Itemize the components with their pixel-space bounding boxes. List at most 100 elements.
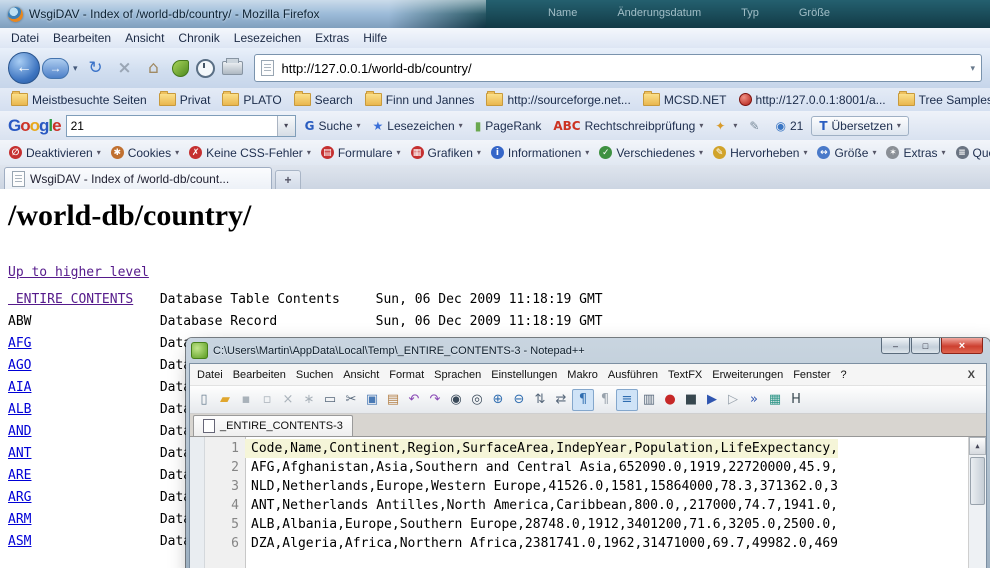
- record-macro-icon[interactable]: ●: [660, 390, 680, 410]
- zoom-out-icon[interactable]: ⊖: [509, 390, 529, 410]
- menu-item[interactable]: Lesezeichen: [227, 29, 308, 47]
- maximize-button[interactable]: □: [911, 338, 940, 354]
- stop-macro-icon[interactable]: ■: [681, 390, 701, 410]
- directory-entry-link[interactable]: ARG: [8, 487, 152, 509]
- webdev-toolbar-item[interactable]: i Informationen ▾: [487, 144, 593, 162]
- google-search-box[interactable]: ▾: [66, 115, 296, 137]
- document-tab[interactable]: _ENTIRE_CONTENTS-3: [193, 415, 353, 436]
- new-file-icon[interactable]: ▯: [194, 390, 214, 410]
- directory-entry-link[interactable]: ALB: [8, 399, 152, 421]
- history-dropdown-icon[interactable]: ▾: [73, 63, 78, 74]
- menu-item[interactable]: Bearbeiten: [46, 29, 118, 47]
- google-toolbar-item[interactable]: G Suche ▾: [301, 117, 365, 135]
- directory-entry-link[interactable]: ARM: [8, 509, 152, 531]
- minimize-button[interactable]: –: [881, 338, 910, 354]
- save-macro-icon[interactable]: ▷: [723, 390, 743, 410]
- copy-icon[interactable]: ▣: [362, 390, 382, 410]
- docmap-icon[interactable]: ▦: [765, 390, 785, 410]
- sync-horizontal-icon[interactable]: ⇄: [551, 390, 571, 410]
- hex-editor-icon[interactable]: H: [786, 390, 806, 410]
- directory-entry-link[interactable]: ENTIRE CONTENTS: [8, 289, 152, 311]
- menu-item[interactable]: Chronik: [171, 29, 226, 47]
- google-toolbar-item[interactable]: ★ Lesezeichen ▾: [369, 117, 467, 135]
- directory-entry-link[interactable]: AFG: [8, 333, 152, 355]
- bookmark-item[interactable]: http://sourceforge.net...: [481, 91, 635, 109]
- find-icon[interactable]: ◉: [446, 390, 466, 410]
- open-folder-icon[interactable]: ▰: [215, 390, 235, 410]
- bookmark-item[interactable]: MCSD.NET: [638, 91, 732, 109]
- redo-icon[interactable]: ↷: [425, 390, 445, 410]
- up-to-higher-level-link[interactable]: Up to higher level: [8, 265, 149, 280]
- directory-entry-link[interactable]: ABW: [8, 311, 152, 333]
- webdev-toolbar-item[interactable]: ▤ Formulare ▾: [317, 144, 405, 162]
- directory-entry-link[interactable]: AIA: [8, 377, 152, 399]
- webdev-toolbar-item[interactable]: ↔ Größe ▾: [813, 144, 880, 162]
- menu-item[interactable]: Erweiterungen: [707, 368, 788, 382]
- webdev-toolbar-item[interactable]: ▦ Grafiken ▾: [407, 144, 485, 162]
- url-input[interactable]: [280, 60, 965, 77]
- close-doc-icon[interactable]: ×: [278, 390, 298, 410]
- run-multiple-icon[interactable]: »: [744, 390, 764, 410]
- menu-item[interactable]: Datei: [4, 29, 46, 47]
- webdev-toolbar-item[interactable]: ✓ Verschiedenes ▾: [595, 144, 707, 162]
- bookmark-item[interactable]: PLATO: [217, 91, 286, 109]
- bookmark-item[interactable]: http://127.0.0.1:8001/a...: [734, 91, 891, 109]
- google-toolbar-item[interactable]: ▮ PageRank ▾: [471, 117, 546, 135]
- scrollbar-thumb[interactable]: [970, 457, 985, 505]
- menu-item[interactable]: Bearbeiten: [228, 368, 291, 382]
- editor-area[interactable]: 1 Code,Name,Continent,Region,SurfaceArea…: [190, 437, 986, 568]
- menu-item[interactable]: Ansicht: [118, 29, 171, 47]
- directory-entry-link[interactable]: ANT: [8, 443, 152, 465]
- new-tab-button[interactable]: +: [275, 170, 301, 189]
- word-wrap-icon[interactable]: ¶: [572, 389, 594, 411]
- webdev-toolbar-item[interactable]: ✗ Keine CSS-Fehler ▾: [185, 144, 315, 162]
- stop-button[interactable]: ×: [114, 58, 136, 78]
- menu-item[interactable]: Sprachen: [429, 368, 486, 382]
- reload-button[interactable]: ↻: [85, 58, 107, 78]
- menu-item[interactable]: Extras: [308, 29, 356, 47]
- print-icon[interactable]: [222, 61, 243, 75]
- vertical-scrollbar[interactable]: ▲: [968, 437, 986, 568]
- bookmark-item[interactable]: Finn und Jannes: [360, 91, 480, 109]
- close-document-button[interactable]: X: [959, 369, 984, 381]
- menu-item[interactable]: Format: [384, 368, 429, 382]
- directory-entry-link[interactable]: ARE: [8, 465, 152, 487]
- menu-item[interactable]: ?: [835, 368, 851, 382]
- menu-item[interactable]: Hilfe: [356, 29, 394, 47]
- save-all-icon[interactable]: ▫: [257, 390, 277, 410]
- play-macro-icon[interactable]: ▶: [702, 390, 722, 410]
- print-icon[interactable]: ▭: [320, 390, 340, 410]
- directory-entry-link[interactable]: AGO: [8, 355, 152, 377]
- editor-lines[interactable]: 1 Code,Name,Continent,Region,SurfaceArea…: [205, 437, 968, 568]
- menu-item[interactable]: Suchen: [291, 368, 338, 382]
- menu-item[interactable]: Fenster: [788, 368, 835, 382]
- bookmark-item[interactable]: Meistbesuchte Seiten: [6, 91, 152, 109]
- google-toolbar-item[interactable]: ABC Rechtschreibprüfung ▾: [549, 117, 707, 135]
- bookmark-item[interactable]: Search: [289, 91, 358, 109]
- google-toolbar-item[interactable]: ✎ ▾: [745, 117, 767, 135]
- url-bar[interactable]: ▾: [254, 54, 982, 82]
- menu-item[interactable]: Makro: [562, 368, 603, 382]
- webdev-toolbar-item[interactable]: ✶ Extras ▾: [882, 144, 949, 162]
- menu-item[interactable]: Ausführen: [603, 368, 663, 382]
- history-clock-icon[interactable]: [196, 59, 215, 78]
- indent-guide-icon[interactable]: ≡: [616, 389, 638, 411]
- webdev-toolbar-item[interactable]: ✱ Cookies ▾: [107, 144, 183, 162]
- zoom-in-icon[interactable]: ⊕: [488, 390, 508, 410]
- paste-icon[interactable]: ▤: [383, 390, 403, 410]
- menu-item[interactable]: Einstellungen: [486, 368, 562, 382]
- google-toolbar-item[interactable]: ◉ 21 ▾: [771, 117, 807, 135]
- directory-entry-link[interactable]: AND: [8, 421, 152, 443]
- url-dropdown-icon[interactable]: ▾: [970, 63, 975, 74]
- cut-icon[interactable]: ✂: [341, 390, 361, 410]
- close-button[interactable]: ×: [941, 338, 983, 354]
- tab-wsgidav[interactable]: WsgiDAV - Index of /world-db/count...: [4, 167, 272, 189]
- show-all-characters-icon[interactable]: ¶: [595, 390, 615, 410]
- google-toolbar-item[interactable]: T Übersetzen ▾: [811, 116, 909, 136]
- menu-item[interactable]: Datei: [192, 368, 228, 382]
- bookmark-item[interactable]: Tree Samples: [893, 91, 990, 109]
- google-toolbar-item[interactable]: ✦ ▾: [711, 117, 741, 135]
- function-list-icon[interactable]: ▥: [639, 390, 659, 410]
- menu-item[interactable]: Ansicht: [338, 368, 384, 382]
- bookmark-item[interactable]: Privat: [154, 91, 216, 109]
